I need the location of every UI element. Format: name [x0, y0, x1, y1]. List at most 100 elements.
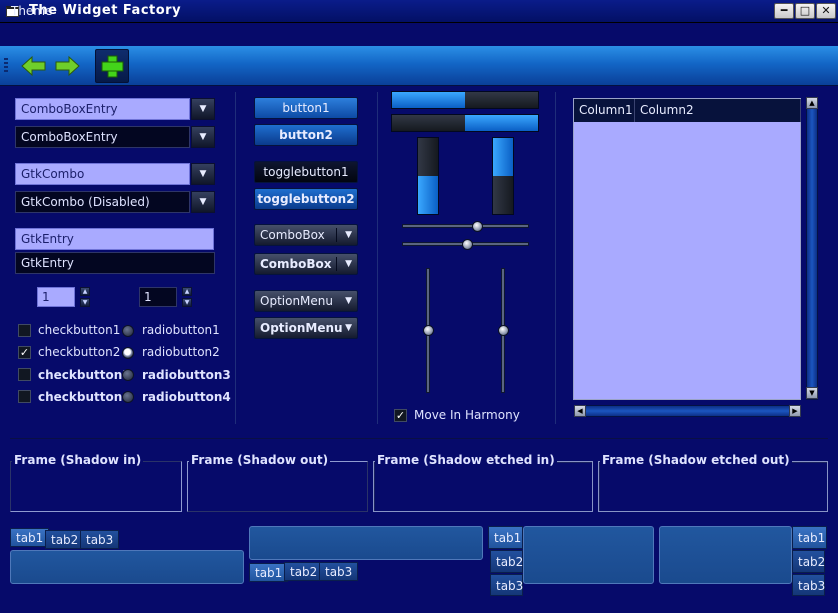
optionmenu-1[interactable]: OptionMenu ▼ — [254, 290, 358, 312]
checkbutton-3-label[interactable]: checkbutton3 — [38, 368, 131, 382]
tree-horizontal-scrollbar[interactable] — [574, 405, 801, 417]
spin-up-icon[interactable]: ▲ — [80, 287, 90, 296]
notebook-1-tab1[interactable]: tab1 — [10, 528, 50, 547]
gtkcombo-input[interactable]: GtkCombo — [15, 163, 190, 185]
checkbutton-4[interactable] — [18, 390, 31, 403]
chevron-down-icon: ▼ — [199, 132, 207, 142]
checkbutton-3[interactable] — [18, 368, 31, 381]
checkbutton-4-label[interactable]: checkbutton4 — [38, 390, 131, 404]
notebook-3-tab2[interactable]: tab2 — [490, 550, 523, 573]
progress-bar-horizontal-1 — [391, 91, 539, 109]
scroll-up-icon[interactable]: ▲ — [806, 97, 818, 109]
scroll-right-icon[interactable]: ▶ — [789, 405, 801, 417]
spin-down-icon[interactable]: ▼ — [182, 298, 192, 307]
notebook-1-tab2[interactable]: tab2 — [45, 530, 85, 549]
gtkentry-1[interactable]: GtkEntry — [15, 228, 214, 250]
comboboxentry-1-input[interactable]: ComboBoxEntry — [15, 98, 190, 120]
spinbutton-1-input[interactable]: 1 — [37, 287, 75, 307]
radiobutton-3[interactable] — [122, 369, 134, 381]
button1[interactable]: button1 — [254, 97, 358, 119]
radiobutton-2-label[interactable]: radiobutton2 — [142, 345, 220, 359]
radiobutton-4[interactable] — [122, 391, 134, 403]
progress-bar-vertical-2 — [492, 137, 514, 215]
notebook-3-tab3[interactable]: tab3 — [490, 574, 523, 596]
optionmenu-1-label: OptionMenu — [260, 294, 333, 308]
hscale-1-track[interactable] — [402, 224, 529, 228]
move-in-harmony-checkbox[interactable]: ✓ — [394, 409, 407, 422]
gtkentry-2[interactable]: GtkEntry — [15, 252, 215, 274]
forward-button[interactable] — [51, 52, 83, 80]
radiobutton-1[interactable] — [122, 325, 134, 337]
comboboxentry-1-dropdown[interactable]: ▼ — [191, 98, 215, 120]
chevron-down-icon: ▼ — [199, 104, 207, 114]
comboboxentry-2-input[interactable]: ComboBoxEntry — [15, 126, 190, 148]
spinbutton-2-input[interactable]: 1 — [139, 287, 177, 307]
maximize-button[interactable]: □ — [795, 3, 815, 19]
go-back-icon — [21, 55, 46, 77]
notebook-2-tab3[interactable]: tab3 — [319, 562, 359, 581]
optionmenu-2[interactable]: OptionMenu ▼ — [254, 317, 358, 339]
scroll-down-icon[interactable]: ▼ — [806, 387, 818, 399]
radiobutton-3-label[interactable]: radiobutton3 — [142, 368, 231, 382]
spin-down-icon[interactable]: ▼ — [80, 298, 90, 307]
frame-shadow-in-title: Frame (Shadow in) — [12, 453, 144, 467]
menu-bar — [0, 24, 838, 46]
progress-bar-vertical-1 — [417, 137, 439, 215]
checkbutton-2[interactable]: ✓ — [18, 346, 31, 359]
gtkcombo-dropdown[interactable]: ▼ — [191, 163, 215, 185]
hscale-1-slider[interactable] — [472, 221, 483, 232]
move-in-harmony-label[interactable]: Move In Harmony — [414, 408, 520, 422]
add-button[interactable] — [95, 49, 129, 83]
notebook-4-tab2[interactable]: tab2 — [792, 550, 825, 573]
column-header-1[interactable]: Column1 — [574, 99, 635, 122]
vscale-2-slider[interactable] — [498, 325, 509, 336]
notebook-1-pane — [10, 550, 244, 584]
button2[interactable]: button2 — [254, 124, 358, 146]
notebook-2-tab1[interactable]: tab1 — [249, 563, 289, 582]
chevron-down-icon: ▼ — [345, 296, 352, 306]
spinbutton-1-arrows[interactable]: ▲ ▼ — [80, 287, 90, 307]
vscale-1-slider[interactable] — [423, 325, 434, 336]
tree-vertical-scrollbar[interactable] — [806, 97, 818, 400]
progress-fill — [493, 138, 513, 176]
notebook-3-tab1[interactable]: tab1 — [488, 526, 523, 549]
frame-shadow-etched-out-title: Frame (Shadow etched out) — [600, 453, 792, 467]
frame-shadow-etched-out — [598, 461, 828, 512]
spin-up-icon[interactable]: ▲ — [182, 287, 192, 296]
radiobutton-2[interactable] — [122, 347, 134, 359]
frame-shadow-etched-in — [373, 461, 593, 512]
column-separator — [555, 92, 556, 424]
chevron-down-icon: ▼ — [199, 169, 207, 179]
frame-shadow-etched-in-title: Frame (Shadow etched in) — [375, 453, 557, 467]
togglebutton2[interactable]: togglebutton2 — [254, 188, 358, 210]
column-header-2[interactable]: Column2 — [635, 99, 801, 122]
toolbar-grip-icon[interactable] — [4, 58, 8, 72]
radiobutton-1-label[interactable]: radiobutton1 — [142, 323, 220, 337]
gtkcombo-disabled-input: GtkCombo (Disabled) — [15, 191, 190, 213]
close-button[interactable]: ✕ — [816, 3, 836, 19]
hscale-2-slider[interactable] — [462, 239, 473, 250]
checkbutton-2-label[interactable]: checkbutton2 — [38, 345, 120, 359]
back-button[interactable] — [18, 52, 50, 80]
combobox-2[interactable]: ComboBox ▼ — [254, 253, 358, 275]
combobox-1[interactable]: ComboBox ▼ — [254, 224, 358, 246]
notebook-2-tab2[interactable]: tab2 — [284, 562, 324, 581]
spinbutton-2-arrows[interactable]: ▲ ▼ — [182, 287, 192, 307]
checkbutton-1-label[interactable]: checkbutton1 — [38, 323, 120, 337]
scroll-left-icon[interactable]: ◀ — [574, 405, 586, 417]
notebook-4-tab1[interactable]: tab1 — [792, 526, 827, 549]
radiobutton-4-label[interactable]: radiobutton4 — [142, 390, 231, 404]
tree-view[interactable]: Column1 Column2 — [573, 98, 801, 400]
checkbutton-1[interactable] — [18, 324, 31, 337]
chevron-down-icon: ▼ — [345, 259, 352, 269]
combobox-1-label: ComboBox — [260, 228, 325, 242]
comboboxentry-2-dropdown[interactable]: ▼ — [191, 126, 215, 148]
togglebutton1[interactable]: togglebutton1 — [254, 161, 358, 183]
menu-item-theme[interactable]: Theme — [11, 4, 52, 18]
minimize-button[interactable]: ━ — [774, 3, 794, 19]
notebook-1-tab3[interactable]: tab3 — [80, 530, 120, 549]
column-separator — [377, 92, 378, 424]
notebook-2-pane — [249, 526, 483, 560]
notebook-4-tab3[interactable]: tab3 — [792, 574, 825, 596]
checkmark-icon: ✓ — [19, 346, 30, 359]
